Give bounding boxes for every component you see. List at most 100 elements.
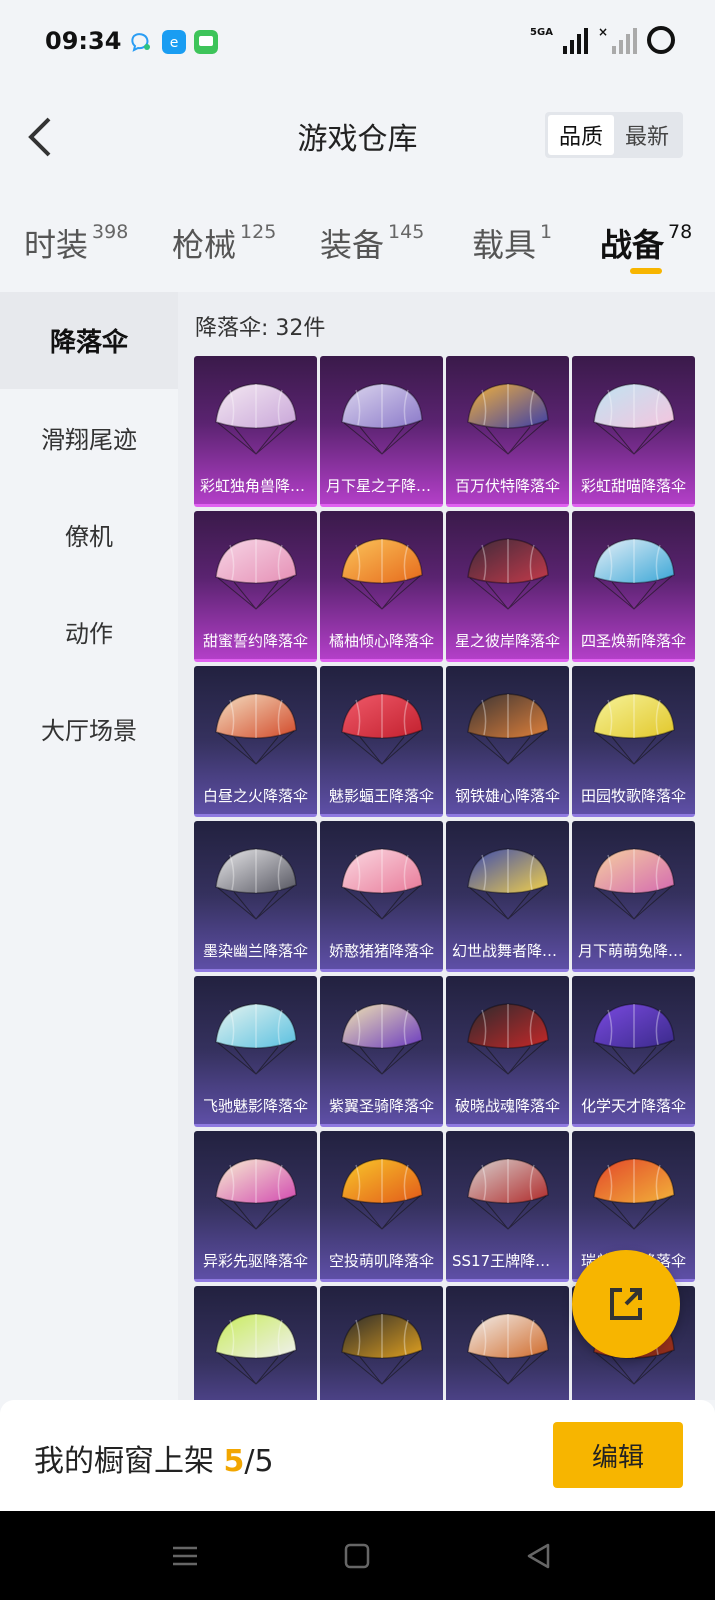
item-card[interactable]: 空投萌叽降落伞 (320, 1131, 443, 1282)
category-tabs: 时装 398 枪械 125 装备 145 载具 1 战备 78 (0, 210, 715, 290)
item-card[interactable]: 四圣焕新降落伞 (572, 511, 695, 662)
parachute-icon (214, 1313, 297, 1385)
item-name: 化学天才降落伞 (580, 1097, 686, 1115)
sidebar-item-parachute[interactable]: 降落伞 (0, 292, 178, 389)
showcase-bar: 我的橱窗上架 5/5 编辑 (0, 1400, 715, 1511)
tab-equipment[interactable]: 装备 145 (320, 220, 424, 266)
item-card[interactable]: 破晓战魂降落伞 (446, 976, 569, 1127)
parachute-icon (466, 1313, 549, 1385)
no-signal-icon: × (597, 25, 608, 39)
item-name: 白昼之火降落伞 (202, 787, 308, 805)
item-name: 彩虹独角兽降落伞 (200, 477, 317, 495)
sidebar-item-emote[interactable]: 动作 (0, 583, 178, 680)
item-card[interactable]: SS17王牌降落伞 (446, 1131, 569, 1282)
item-card[interactable]: 化学天才降落伞 (572, 976, 695, 1127)
back-nav-icon[interactable] (524, 1541, 554, 1571)
item-name: 幻世战舞者降落伞 (452, 942, 569, 960)
share-button[interactable] (572, 1250, 680, 1358)
parachute-icon (466, 1003, 549, 1075)
item-card[interactable]: 钢铁雄心降落伞 (446, 666, 569, 817)
item-name: 四圣焕新降落伞 (580, 632, 686, 650)
sort-toggle: 品质 最新 (545, 112, 683, 158)
item-card[interactable]: 橘柚倾心降落伞 (320, 511, 443, 662)
item-card[interactable]: 星之彼岸降落伞 (446, 511, 569, 662)
item-name: 彩虹甜喵降落伞 (580, 477, 686, 495)
parachute-icon (340, 383, 423, 455)
item-card[interactable] (320, 1286, 443, 1400)
tab-gear[interactable]: 战备 78 (600, 220, 692, 266)
signal-icon (562, 26, 588, 54)
parachute-icon (214, 1003, 297, 1075)
sort-quality-button[interactable]: 品质 (548, 115, 614, 155)
parachute-icon (214, 848, 297, 920)
sidebar-item-wingman[interactable]: 僚机 (0, 486, 178, 583)
parachute-icon (466, 693, 549, 765)
item-card[interactable]: 百万伏特降落伞 (446, 356, 569, 507)
parachute-icon (466, 848, 549, 920)
sort-latest-button[interactable]: 最新 (614, 115, 680, 155)
parachute-icon (592, 538, 675, 610)
item-card[interactable]: 彩虹甜喵降落伞 (572, 356, 695, 507)
item-card[interactable]: 飞驰魅影降落伞 (194, 976, 317, 1127)
tab-vehicles[interactable]: 载具 1 (472, 220, 552, 266)
signal-secondary-icon (612, 26, 637, 54)
item-name: 破晓战魂降落伞 (454, 1097, 560, 1115)
edit-button[interactable]: 编辑 (553, 1422, 683, 1488)
svg-text:e: e (170, 35, 179, 51)
item-card[interactable]: 紫翼圣骑降落伞 (320, 976, 443, 1127)
parachute-icon (340, 848, 423, 920)
item-name: 紫翼圣骑降落伞 (328, 1097, 434, 1115)
network-type: 5GA (530, 26, 553, 38)
item-name: 橘柚倾心降落伞 (328, 632, 434, 650)
parachute-icon (214, 1158, 297, 1230)
tab-weapons[interactable]: 枪械 125 (172, 220, 276, 266)
sidebar-item-glide-trail[interactable]: 滑翔尾迹 (0, 389, 178, 486)
item-card[interactable]: 月下星之子降落伞 (320, 356, 443, 507)
system-nav-bar (0, 1511, 715, 1600)
parachute-icon (340, 1158, 423, 1230)
parachute-icon (214, 383, 297, 455)
item-card[interactable] (446, 1286, 569, 1400)
item-card[interactable]: 甜蜜誓约降落伞 (194, 511, 317, 662)
status-indicators: 5GA × (530, 25, 675, 54)
item-name: 墨染幽兰降落伞 (202, 942, 308, 960)
parachute-icon (592, 1158, 675, 1230)
status-time: 09:34 (45, 27, 122, 55)
item-card[interactable]: 魅影蝠王降落伞 (320, 666, 443, 817)
parachute-icon (592, 848, 675, 920)
item-name: 空投萌叽降落伞 (328, 1252, 434, 1270)
item-card[interactable] (194, 1286, 317, 1400)
item-card[interactable]: 娇憨猪猪降落伞 (320, 821, 443, 972)
item-name: 娇憨猪猪降落伞 (328, 942, 434, 960)
item-card[interactable]: 彩虹独角兽降落伞 (194, 356, 317, 507)
status-bar: 09:34 e 5GA × (0, 0, 715, 86)
item-card[interactable]: 墨染幽兰降落伞 (194, 821, 317, 972)
home-icon[interactable] (342, 1541, 372, 1571)
share-icon (610, 1288, 642, 1320)
item-card[interactable]: 异彩先驱降落伞 (194, 1131, 317, 1282)
active-tab-indicator (630, 268, 662, 274)
item-card[interactable]: 幻世战舞者降落伞 (446, 821, 569, 972)
sidebar-item-lobby-scene[interactable]: 大厅场景 (0, 680, 178, 777)
item-card[interactable]: 白昼之火降落伞 (194, 666, 317, 817)
chat-bubble-icon (131, 33, 150, 52)
parachute-icon (214, 693, 297, 765)
parachute-icon (466, 1158, 549, 1230)
parachute-icon (214, 538, 297, 610)
parachute-icon (592, 383, 675, 455)
item-name: 魅影蝠王降落伞 (328, 787, 434, 805)
item-grid: 彩虹独角兽降落伞 月下星之子降落伞 百万伏特降落伞 彩虹甜喵降落伞甜蜜誓约降落伞 橘柚倾… (194, 356, 698, 1400)
item-name: 甜蜜誓约降落伞 (202, 632, 308, 650)
item-card[interactable]: 月下萌萌兔降落伞 (572, 821, 695, 972)
item-name: 田园牧歌降落伞 (580, 787, 686, 805)
notification-icons: e (130, 30, 218, 54)
parachute-icon (340, 693, 423, 765)
menu-icon[interactable] (170, 1541, 200, 1571)
item-name: 飞驰魅影降落伞 (202, 1097, 308, 1115)
sidebar: 降落伞 滑翔尾迹 僚机 动作 大厅场景 (0, 292, 178, 1400)
item-card[interactable]: 田园牧歌降落伞 (572, 666, 695, 817)
item-name: 月下萌萌兔降落伞 (578, 942, 695, 960)
showcase-count: 5 (223, 1444, 245, 1479)
battery-icon (647, 26, 675, 54)
tab-outfits[interactable]: 时装 398 (24, 220, 128, 266)
